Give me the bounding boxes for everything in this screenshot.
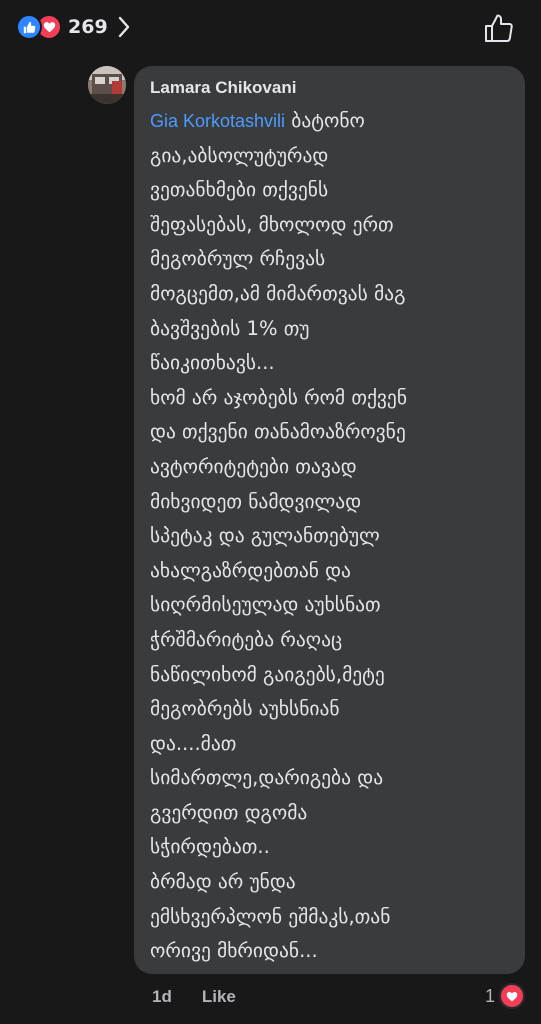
comment-line: გვერდით დგომა (150, 800, 308, 824)
avatar[interactable] (88, 66, 126, 104)
comment-bubble: Lamara Chikovani Gia Korkotashvili ბატონ… (134, 66, 525, 974)
comment-line: მიხვიდეთ ნამდვილად (150, 489, 362, 513)
comment-actions: 1d Like (152, 984, 236, 1010)
comment-reaction-tally[interactable]: 1 (485, 983, 525, 1009)
comment-line: Gia Korkotashvili ბატონო (150, 104, 511, 139)
comment-line: და თქვენი თანამოაზროვნე (150, 420, 406, 444)
comment-line: მეგობრებს აუხსნიან (150, 697, 340, 721)
comment-timestamp[interactable]: 1d (152, 987, 172, 1007)
comment-line: მეგობრულ რჩევას (150, 247, 326, 271)
comment-line: გია,აბსოლუტურად (150, 143, 329, 167)
mention-link[interactable]: Gia Korkotashvili (150, 111, 285, 131)
reaction-summary[interactable]: 269 (16, 14, 130, 40)
reaction-count: 269 (68, 16, 108, 38)
avatar-photo-icon (88, 66, 126, 104)
comment-line: ნაწილიხომ გაიგებს,მეტე (150, 662, 385, 686)
comment-line: ბავშვების 1% თუ (150, 316, 310, 340)
comment-reaction-count: 1 (484, 985, 495, 1006)
comment-line: მოგცემთ,ამ მიმართვას მაგ (150, 281, 406, 305)
comment-line: წაიკითხავს... (150, 351, 275, 375)
comment-author[interactable]: Lamara Chikovani (150, 76, 511, 100)
comment-line: ვეთანხმები თქვენს (150, 178, 329, 202)
comment-line: სიღრმისეულად აუხსნათ (150, 593, 381, 617)
like-button-icon[interactable] (483, 12, 515, 44)
reactions-header: 269 (0, 0, 541, 56)
comment-line: ხომ არ აჯობებს რომ თქვენ (150, 385, 408, 409)
comment-line-text: ბატონო (285, 109, 365, 132)
comment-line: ავტორიტეტები თავად (150, 454, 357, 478)
comment-line: ახალგაზრდებთან და (150, 558, 351, 582)
comment-line: შეფასებას, მხოლოდ ერთ (150, 212, 394, 236)
comment-line: და....მათ (150, 731, 237, 755)
comment-line: სჭირდებათ.. (150, 835, 270, 859)
comment-line: სპეტაკ და გულანთებულ (150, 524, 380, 548)
like-action-button[interactable]: Like (202, 987, 236, 1007)
comment-line: ემსხვერპლონ ეშმაკს,თან (150, 904, 391, 928)
love-icon (499, 983, 525, 1009)
comment-line: ჭრშმარიტება რაღაც (150, 627, 343, 651)
comment-body: Gia Korkotashvili ბატონო გია,აბსოლუტურად… (150, 104, 511, 969)
chevron-right-icon[interactable] (118, 16, 130, 38)
comment-line: ორივე მხრიდან... (150, 939, 318, 963)
comment-line: სიმართლე,დარიგება და (150, 766, 384, 790)
comment-line: ბრმად არ უნდა (150, 870, 296, 894)
like-reaction-icon (16, 14, 42, 40)
